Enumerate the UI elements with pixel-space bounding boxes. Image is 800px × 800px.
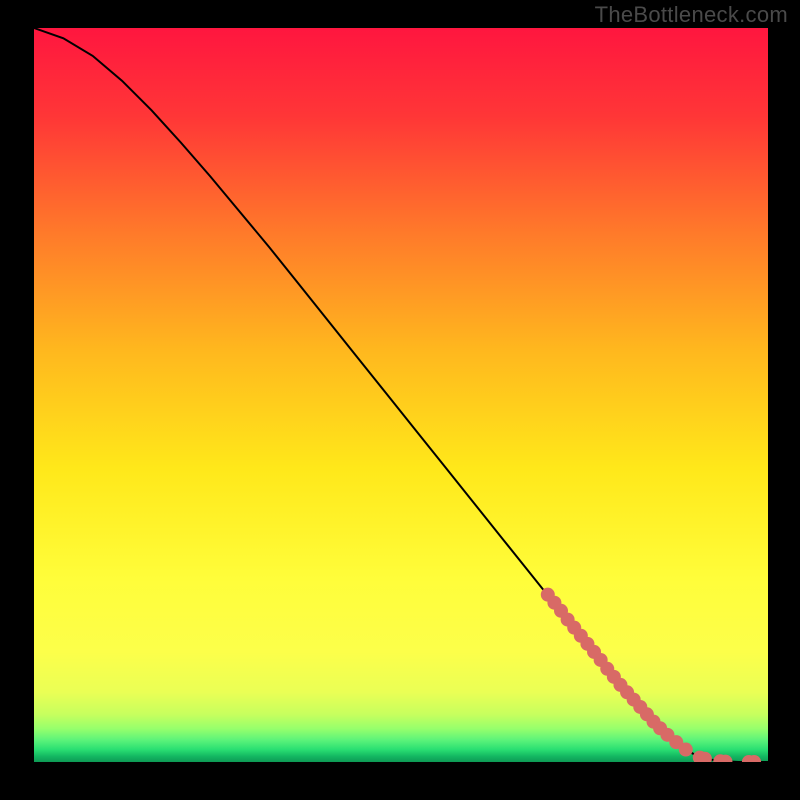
marker-dot (679, 743, 693, 757)
gradient-background (34, 28, 768, 762)
watermark-text: TheBottleneck.com (595, 2, 788, 28)
plot-area (34, 28, 768, 762)
chart-svg (34, 28, 768, 762)
chart-frame: TheBottleneck.com (0, 0, 800, 800)
